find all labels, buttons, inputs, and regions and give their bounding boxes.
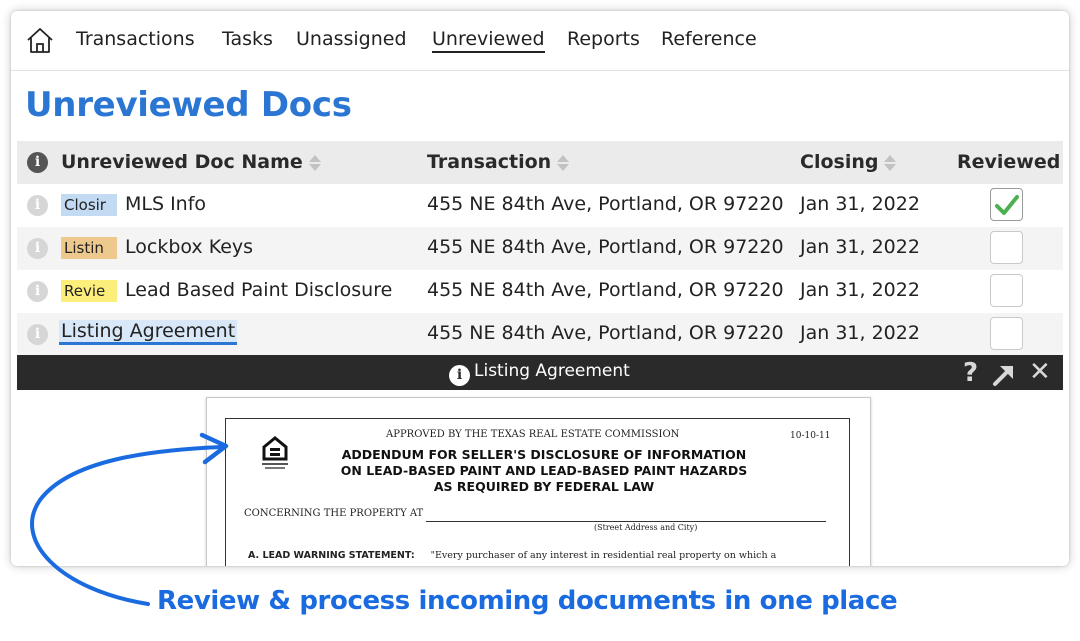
top-nav: Transactions Tasks Unassigned Unreviewed… <box>11 11 1069 71</box>
info-header-icon: i <box>27 152 48 173</box>
col-reviewed: Reviewed <box>957 151 1061 173</box>
doc-warning-label: A. LEAD WARNING STATEMENT: <box>248 550 415 561</box>
transaction-address[interactable]: 455 NE 84th Ave, Portland, OR 97220 <box>427 322 784 344</box>
nav-unassigned[interactable]: Unassigned <box>296 28 407 50</box>
col-doc-name-label: Unreviewed Doc Name <box>61 151 303 173</box>
home-icon[interactable] <box>25 25 55 55</box>
nav-reports[interactable]: Reports <box>567 28 640 50</box>
info-icon[interactable]: i <box>27 238 48 259</box>
viewer-title-label: Listing Agreement <box>474 361 630 381</box>
doc-name-link[interactable]: Listing Agreement <box>59 320 238 345</box>
col-closing-label: Closing <box>800 151 879 173</box>
nav-unreviewed[interactable]: Unreviewed <box>432 28 545 53</box>
info-icon[interactable]: i <box>449 365 470 386</box>
close-button[interactable]: ✕ <box>1029 357 1051 387</box>
document-preview[interactable]: APPROVED BY THE TEXAS REAL ESTATE COMMIS… <box>206 397 871 566</box>
nav-transactions[interactable]: Transactions <box>76 28 195 50</box>
reviewed-checkbox[interactable] <box>990 231 1023 264</box>
col-doc-name[interactable]: Unreviewed Doc Name <box>61 151 322 173</box>
closing-date: Jan 31, 2022 <box>800 236 920 258</box>
doc-name-link[interactable]: MLS Info <box>125 193 206 215</box>
doc-address-line <box>426 521 826 522</box>
doc-heading-line: ADDENDUM FOR SELLER'S DISCLOSURE OF INFO… <box>341 447 747 462</box>
nav-reference[interactable]: Reference <box>661 28 757 50</box>
doc-heading-line: ON LEAD-BASED PAINT AND LEAD-BASED PAINT… <box>340 463 748 478</box>
doc-address-label: (Street Address and City) <box>594 523 698 532</box>
checkmark-icon <box>995 195 1019 215</box>
table-header: i Unreviewed Doc Name Transaction Closin… <box>17 141 1063 184</box>
nav-tasks[interactable]: Tasks <box>222 28 273 50</box>
closing-date: Jan 31, 2022 <box>800 322 920 344</box>
reviewed-checkbox[interactable] <box>990 274 1023 307</box>
col-transaction[interactable]: Transaction <box>427 151 570 173</box>
document-border: APPROVED BY THE TEXAS REAL ESTATE COMMIS… <box>225 418 850 566</box>
table-row[interactable]: i Revie Lead Based Paint Disclosure 455 … <box>17 270 1063 313</box>
doc-approved-text: APPROVED BY THE TEXAS REAL ESTATE COMMIS… <box>386 429 680 440</box>
status-tag: Listin <box>61 237 117 259</box>
document-viewer-bar: i Listing Agreement ? ✕ <box>17 355 1063 390</box>
doc-date: 10-10-11 <box>790 431 831 441</box>
info-icon[interactable]: i <box>27 324 48 345</box>
status-tag: Closir <box>61 194 117 216</box>
doc-warning: A. LEAD WARNING STATEMENT: "Every purchas… <box>248 550 776 561</box>
table-row-selected[interactable]: i Listing Agreement 455 NE 84th Ave, Por… <box>17 313 1063 356</box>
viewer-title: i Listing Agreement <box>449 361 630 386</box>
reviewed-checkbox[interactable] <box>990 317 1023 350</box>
transaction-address[interactable]: 455 NE 84th Ave, Portland, OR 97220 <box>427 236 784 258</box>
transaction-address[interactable]: 455 NE 84th Ave, Portland, OR 97220 <box>427 193 784 215</box>
sort-icon[interactable] <box>308 154 322 172</box>
info-icon[interactable]: i <box>27 281 48 302</box>
sort-icon[interactable] <box>556 154 570 172</box>
equal-housing-logo-icon <box>262 436 288 469</box>
popout-icon[interactable] <box>991 361 1017 389</box>
doc-warning-text: "Every purchaser of any interest in resi… <box>430 550 777 561</box>
col-transaction-label: Transaction <box>427 151 552 173</box>
table-row[interactable]: i Listin Lockbox Keys 455 NE 84th Ave, P… <box>17 227 1063 270</box>
doc-heading-line: AS REQUIRED BY FEDERAL LAW <box>433 479 655 494</box>
closing-date: Jan 31, 2022 <box>800 193 920 215</box>
help-button[interactable]: ? <box>963 358 978 388</box>
info-icon[interactable]: i <box>27 195 48 216</box>
doc-heading: ADDENDUM FOR SELLER'S DISCLOSURE OF INFO… <box>324 447 764 495</box>
transaction-address[interactable]: 455 NE 84th Ave, Portland, OR 97220 <box>427 279 784 301</box>
doc-name-link[interactable]: Lead Based Paint Disclosure <box>125 279 392 301</box>
app-window: Transactions Tasks Unassigned Unreviewed… <box>11 11 1069 566</box>
promo-caption: Review & process incoming documents in o… <box>157 586 898 616</box>
sort-icon[interactable] <box>883 154 897 172</box>
col-closing[interactable]: Closing <box>800 151 897 173</box>
reviewed-checkbox[interactable] <box>990 188 1023 221</box>
table-row[interactable]: i Closir MLS Info 455 NE 84th Ave, Portl… <box>17 184 1063 227</box>
doc-concerning: CONCERNING THE PROPERTY AT <box>244 508 424 519</box>
doc-name-link[interactable]: Lockbox Keys <box>125 236 253 258</box>
page-title: Unreviewed Docs <box>25 85 352 125</box>
closing-date: Jan 31, 2022 <box>800 279 920 301</box>
status-tag: Revie <box>61 280 117 302</box>
